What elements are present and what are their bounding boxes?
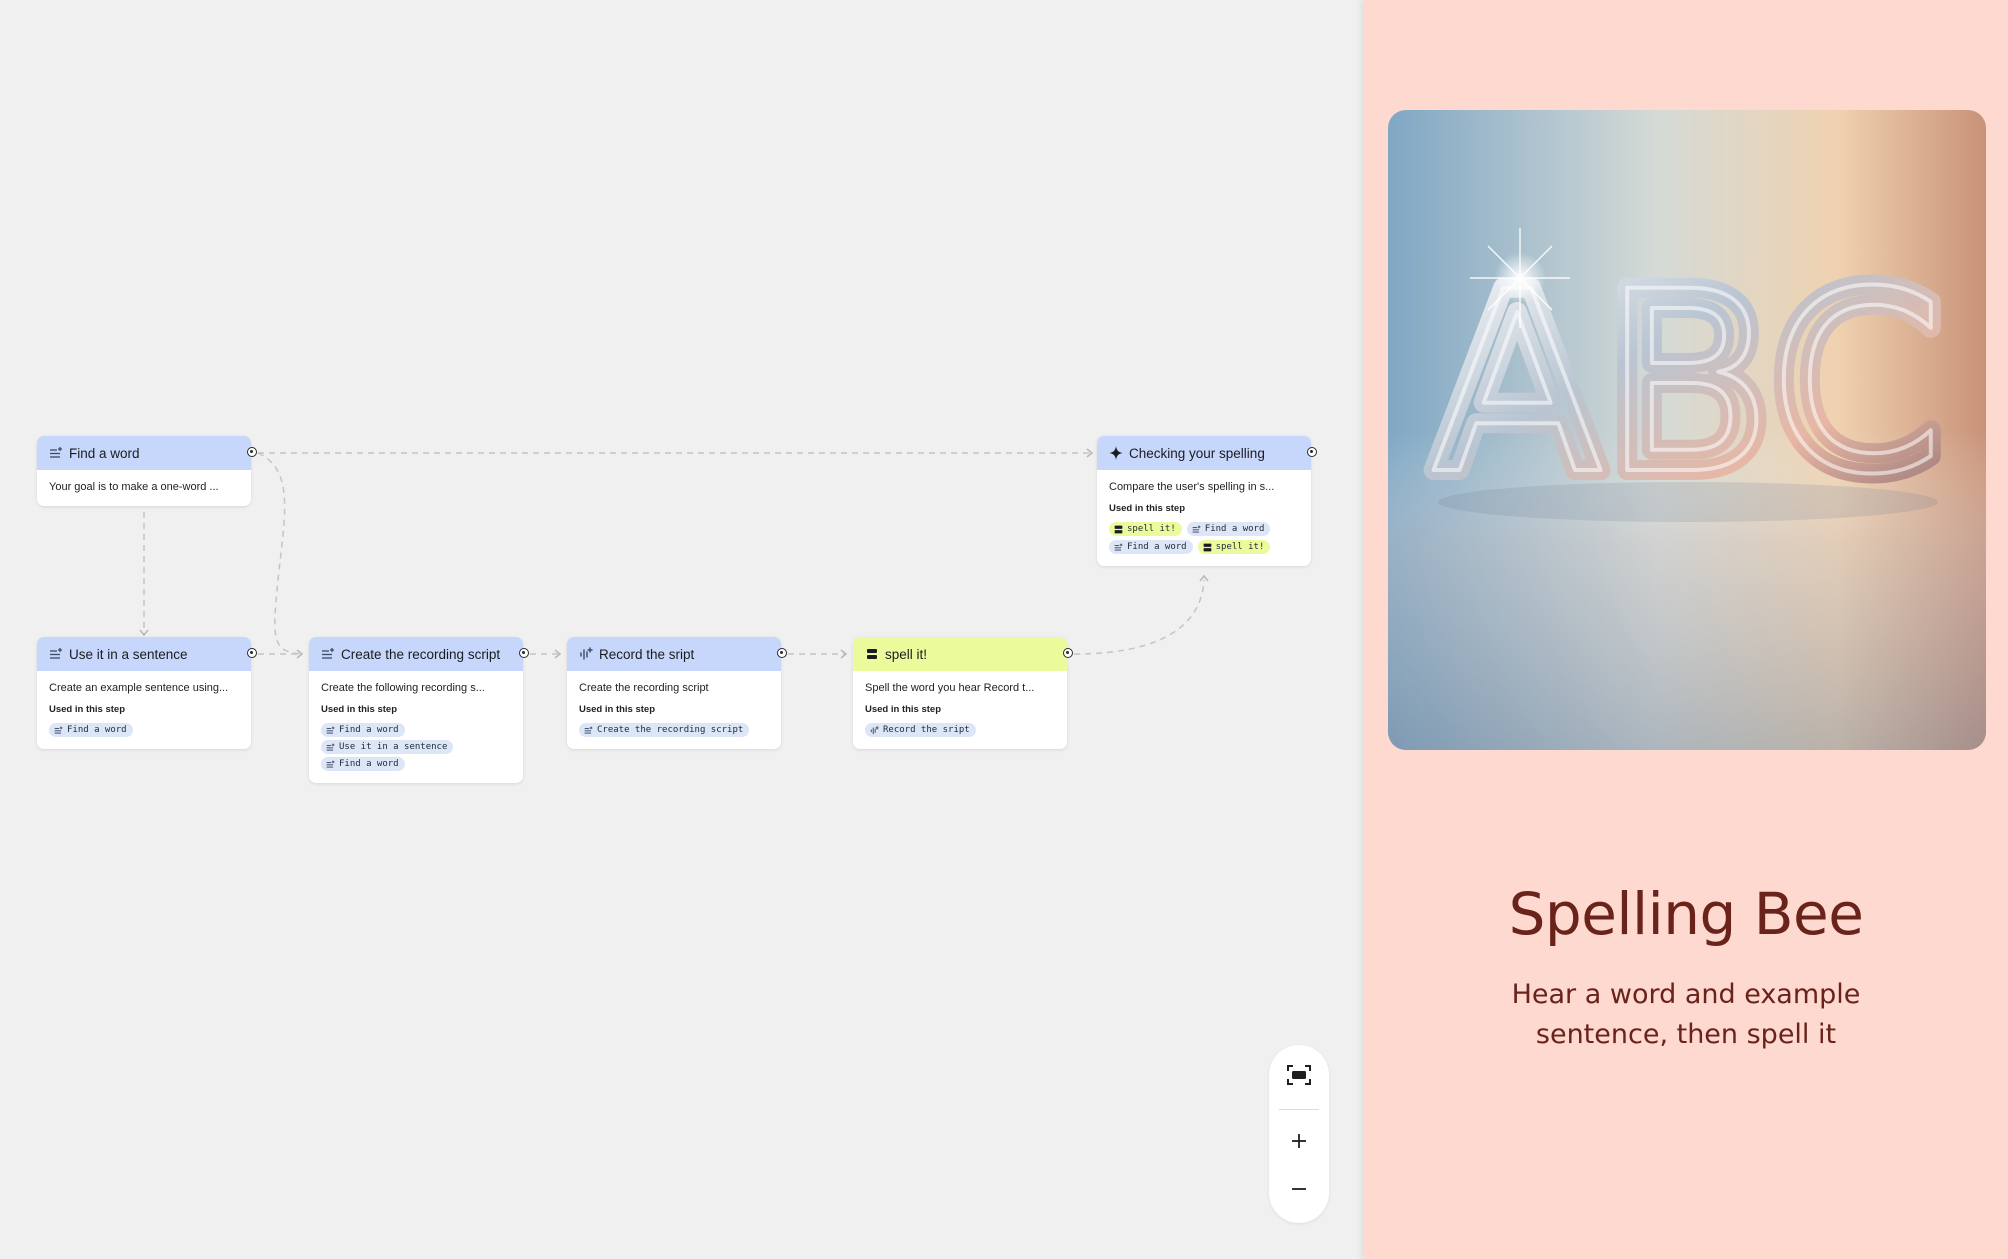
chip-find-word[interactable]: Find a word bbox=[321, 723, 405, 737]
node-body: Compare the user's spelling in s... Used… bbox=[1097, 470, 1311, 566]
arrowhead bbox=[840, 649, 848, 659]
edge-find-word-to-script bbox=[257, 452, 303, 655]
text-lines-icon bbox=[1192, 525, 1201, 534]
node-description: Spell the word you hear Record t... bbox=[865, 682, 1035, 694]
chip-label: Find a word bbox=[339, 759, 399, 769]
text-lines-icon bbox=[1114, 543, 1123, 552]
text-lines-icon bbox=[326, 743, 335, 752]
zoom-controls bbox=[1269, 1045, 1329, 1223]
chip-label: spell it! bbox=[1215, 542, 1265, 552]
used-in-step-label: Used in this step bbox=[865, 704, 942, 715]
node-description: Create an example sentence using... bbox=[49, 682, 229, 694]
minus-icon bbox=[1290, 1180, 1308, 1203]
zoom-in-button[interactable] bbox=[1269, 1121, 1329, 1165]
fit-view-icon bbox=[1286, 1064, 1312, 1091]
output-port[interactable] bbox=[1063, 648, 1073, 658]
chip-label: Find a word bbox=[1204, 524, 1265, 534]
arrowhead bbox=[296, 649, 304, 659]
plus-icon bbox=[1290, 1132, 1308, 1155]
node-description: Your goal is to make a one-word ... bbox=[49, 481, 219, 493]
audio-wave-icon bbox=[870, 725, 879, 735]
node-record-script[interactable]: Record the sript Create the recording sc… bbox=[567, 637, 787, 749]
flow-canvas[interactable]: Find a word Your goal is to make a one-w… bbox=[0, 0, 1362, 1259]
node-header[interactable]: Record the sript bbox=[567, 637, 787, 671]
node-spell-it[interactable]: spell it! Spell the word you hear Record… bbox=[853, 637, 1073, 749]
chip-use-in-sentence[interactable]: Use it in a sentence bbox=[321, 740, 454, 754]
zoom-out-button[interactable] bbox=[1269, 1169, 1329, 1213]
node-title: Find a word bbox=[69, 445, 140, 461]
used-in-step-label: Used in this step bbox=[321, 704, 398, 715]
chip-find-word[interactable]: Find a word bbox=[321, 757, 405, 771]
node-body: Create an example sentence using... Used… bbox=[37, 671, 251, 749]
node-checking-spelling[interactable]: Checking your spelling Compare the user'… bbox=[1097, 436, 1317, 566]
audio-wave-icon bbox=[579, 647, 593, 661]
output-port[interactable] bbox=[247, 648, 257, 658]
chip-label: Use it in a sentence bbox=[339, 742, 448, 752]
node-title: Checking your spelling bbox=[1129, 445, 1265, 461]
used-in-step-label: Used in this step bbox=[49, 704, 126, 715]
node-description: Create the recording script bbox=[579, 682, 709, 694]
used-in-step-label: Used in this step bbox=[579, 704, 656, 715]
arrowhead bbox=[1086, 448, 1094, 458]
app-subtitle: Hear a word and example sentence, then s… bbox=[1511, 979, 1861, 1050]
node-header[interactable]: Checking your spelling bbox=[1097, 436, 1317, 470]
node-header[interactable]: Find a word bbox=[37, 436, 257, 470]
input-bars-icon bbox=[1203, 543, 1212, 552]
input-bars-icon bbox=[1114, 525, 1123, 534]
app-title: Spelling Bee bbox=[1508, 880, 1864, 948]
chip-label: spell it! bbox=[1127, 524, 1176, 534]
node-title: spell it! bbox=[885, 646, 928, 662]
divider bbox=[1279, 1109, 1319, 1110]
node-title: Create the recording script bbox=[341, 646, 501, 662]
node-title: Record the sript bbox=[599, 646, 695, 662]
fit-view-button[interactable] bbox=[1269, 1055, 1329, 1099]
hero-image: ABC ABC bbox=[1388, 110, 1986, 750]
text-lines-icon bbox=[54, 726, 63, 735]
node-header[interactable]: spell it! bbox=[853, 637, 1073, 671]
node-description: Create the following recording s... bbox=[321, 682, 485, 694]
arrowhead bbox=[554, 649, 562, 659]
text-lines-icon bbox=[326, 760, 335, 769]
chip-label: Find a word bbox=[1127, 542, 1187, 552]
node-body: Create the recording script Used in this… bbox=[567, 671, 781, 749]
chip-spell-it[interactable]: spell it! bbox=[1197, 540, 1271, 554]
used-in-step-label: Used in this step bbox=[1109, 503, 1186, 514]
chip-create-recording-script[interactable]: Create the recording script bbox=[579, 723, 750, 737]
output-port[interactable] bbox=[1307, 447, 1317, 457]
text-lines-icon bbox=[321, 647, 335, 661]
chip-label: Record the sript bbox=[883, 725, 970, 735]
node-create-recording-script[interactable]: Create the recording script Create the f… bbox=[309, 637, 529, 783]
node-header[interactable]: Use it in a sentence bbox=[37, 637, 257, 671]
text-lines-icon bbox=[49, 446, 63, 460]
sparkle-icon bbox=[1109, 446, 1123, 460]
node-body: Spell the word you hear Record t... Used… bbox=[853, 671, 1067, 749]
output-port[interactable] bbox=[777, 648, 787, 658]
input-bars-icon bbox=[865, 647, 879, 661]
chip-record-script[interactable]: Record the sript bbox=[865, 723, 976, 737]
arrowhead bbox=[139, 629, 149, 637]
chip-label: Create the recording script bbox=[597, 725, 744, 735]
edge-spell-to-check bbox=[1073, 579, 1205, 655]
chip-find-word[interactable]: Find a word bbox=[1109, 540, 1193, 554]
text-lines-icon bbox=[326, 726, 335, 735]
node-find-word[interactable]: Find a word Your goal is to make a one-w… bbox=[37, 436, 257, 506]
output-port[interactable] bbox=[519, 648, 529, 658]
flow-edges bbox=[139, 448, 1209, 659]
node-body: Create the following recording s... Used… bbox=[309, 671, 523, 783]
text-lines-icon bbox=[584, 726, 593, 735]
text-lines-icon bbox=[49, 647, 63, 661]
app-preview-panel: ABC ABC Spelling Bee Hear a word and exa… bbox=[1364, 0, 2008, 1259]
chip-find-word[interactable]: Find a word bbox=[49, 723, 133, 737]
chip-find-word[interactable]: Find a word bbox=[1186, 522, 1271, 536]
chip-spell-it[interactable]: spell it! bbox=[1109, 522, 1182, 536]
node-description: Compare the user's spelling in s... bbox=[1109, 481, 1275, 493]
chip-label: Find a word bbox=[67, 725, 127, 735]
node-title: Use it in a sentence bbox=[69, 646, 188, 662]
node-use-in-sentence[interactable]: Use it in a sentence Create an example s… bbox=[37, 637, 257, 749]
node-header[interactable]: Create the recording script bbox=[309, 637, 529, 671]
node-body: Your goal is to make a one-word ... bbox=[37, 470, 251, 506]
output-port[interactable] bbox=[247, 447, 257, 457]
arrowhead bbox=[1199, 574, 1209, 582]
chip-label: Find a word bbox=[339, 725, 399, 735]
